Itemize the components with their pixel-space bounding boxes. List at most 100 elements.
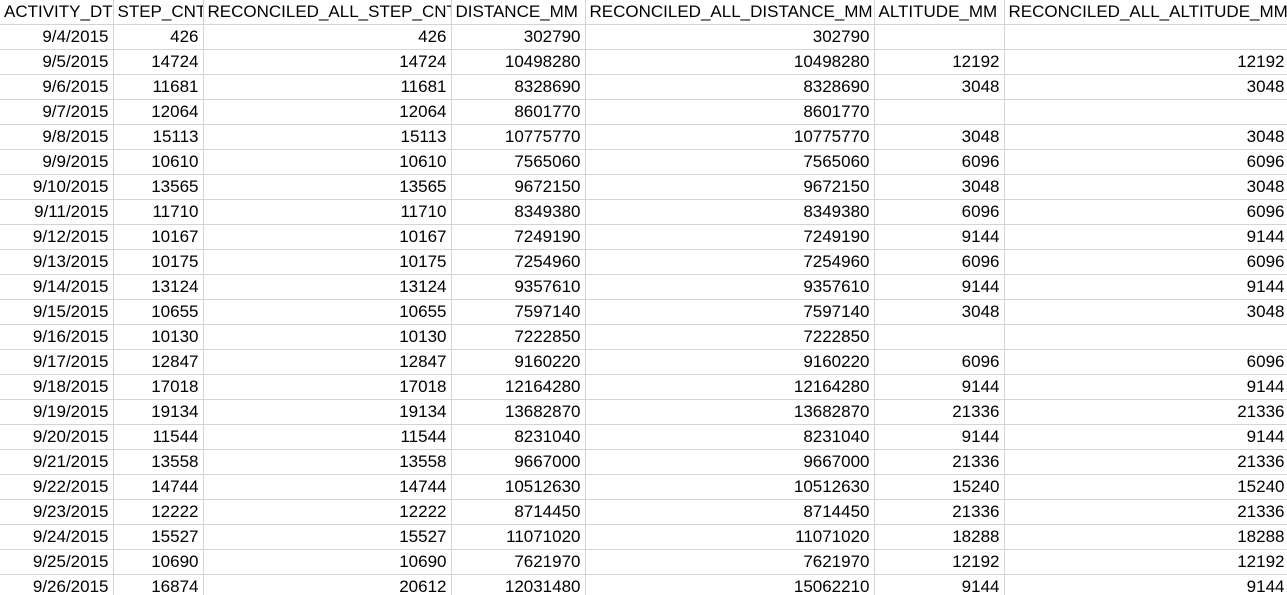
column-header-distance-mm[interactable]: DISTANCE_MM <box>451 0 586 25</box>
cell-activity-dt[interactable]: 9/13/2015 <box>0 249 114 275</box>
column-header-activity-dt[interactable]: ACTIVITY_DT <box>0 0 114 25</box>
cell-activity-dt[interactable]: 9/23/2015 <box>0 499 114 525</box>
cell-reconciled-all-altitude-mm[interactable]: 9144 <box>1004 274 1287 300</box>
cell-distance-mm[interactable]: 7254960 <box>451 249 586 275</box>
cell-step-cnt[interactable]: 13124 <box>113 274 204 300</box>
cell-distance-mm[interactable]: 8349380 <box>451 199 586 225</box>
cell-reconciled-all-step-cnt[interactable]: 10690 <box>203 549 452 575</box>
cell-distance-mm[interactable]: 302790 <box>451 24 586 50</box>
cell-distance-mm[interactable]: 9357610 <box>451 274 586 300</box>
cell-distance-mm[interactable]: 9672150 <box>451 174 586 200</box>
cell-altitude-mm[interactable]: 3048 <box>874 299 1005 325</box>
cell-reconciled-all-step-cnt[interactable]: 12847 <box>203 349 452 375</box>
cell-reconciled-all-altitude-mm[interactable]: 3048 <box>1004 124 1287 150</box>
cell-reconciled-all-altitude-mm[interactable]: 6096 <box>1004 349 1287 375</box>
cell-reconciled-all-step-cnt[interactable]: 12064 <box>203 99 452 125</box>
cell-altitude-mm[interactable]: 3048 <box>874 74 1005 100</box>
cell-reconciled-all-distance-mm[interactable]: 9160220 <box>585 349 875 375</box>
cell-reconciled-all-step-cnt[interactable]: 15113 <box>203 124 452 150</box>
cell-step-cnt[interactable]: 10175 <box>113 249 204 275</box>
cell-reconciled-all-step-cnt[interactable]: 11710 <box>203 199 452 225</box>
cell-reconciled-all-step-cnt[interactable]: 13565 <box>203 174 452 200</box>
cell-reconciled-all-step-cnt[interactable]: 20612 <box>203 574 452 595</box>
cell-reconciled-all-altitude-mm[interactable]: 21336 <box>1004 499 1287 525</box>
cell-step-cnt[interactable]: 10610 <box>113 149 204 175</box>
cell-activity-dt[interactable]: 9/17/2015 <box>0 349 114 375</box>
cell-reconciled-all-step-cnt[interactable]: 14724 <box>203 49 452 75</box>
cell-reconciled-all-distance-mm[interactable]: 10498280 <box>585 49 875 75</box>
cell-altitude-mm[interactable]: 21336 <box>874 449 1005 475</box>
cell-reconciled-all-altitude-mm[interactable] <box>1004 24 1287 50</box>
cell-distance-mm[interactable]: 7222850 <box>451 324 586 350</box>
cell-reconciled-all-distance-mm[interactable]: 9672150 <box>585 174 875 200</box>
cell-reconciled-all-distance-mm[interactable]: 7249190 <box>585 224 875 250</box>
cell-activity-dt[interactable]: 9/26/2015 <box>0 574 114 595</box>
cell-activity-dt[interactable]: 9/7/2015 <box>0 99 114 125</box>
cell-activity-dt[interactable]: 9/10/2015 <box>0 174 114 200</box>
cell-step-cnt[interactable]: 14724 <box>113 49 204 75</box>
cell-reconciled-all-distance-mm[interactable]: 10775770 <box>585 124 875 150</box>
cell-distance-mm[interactable]: 10775770 <box>451 124 586 150</box>
cell-distance-mm[interactable]: 9667000 <box>451 449 586 475</box>
cell-activity-dt[interactable]: 9/25/2015 <box>0 549 114 575</box>
cell-activity-dt[interactable]: 9/18/2015 <box>0 374 114 400</box>
cell-altitude-mm[interactable]: 3048 <box>874 174 1005 200</box>
column-header-altitude-mm[interactable]: ALTITUDE_MM <box>874 0 1005 25</box>
cell-reconciled-all-altitude-mm[interactable]: 6096 <box>1004 249 1287 275</box>
cell-reconciled-all-distance-mm[interactable]: 9667000 <box>585 449 875 475</box>
cell-distance-mm[interactable]: 8601770 <box>451 99 586 125</box>
cell-reconciled-all-altitude-mm[interactable]: 9144 <box>1004 424 1287 450</box>
cell-reconciled-all-step-cnt[interactable]: 13124 <box>203 274 452 300</box>
cell-altitude-mm[interactable]: 12192 <box>874 549 1005 575</box>
cell-activity-dt[interactable]: 9/20/2015 <box>0 424 114 450</box>
cell-step-cnt[interactable]: 10167 <box>113 224 204 250</box>
cell-reconciled-all-step-cnt[interactable]: 15527 <box>203 524 452 550</box>
cell-reconciled-all-step-cnt[interactable]: 10175 <box>203 249 452 275</box>
cell-step-cnt[interactable]: 15113 <box>113 124 204 150</box>
cell-step-cnt[interactable]: 12847 <box>113 349 204 375</box>
cell-altitude-mm[interactable]: 21336 <box>874 499 1005 525</box>
cell-reconciled-all-step-cnt[interactable]: 12222 <box>203 499 452 525</box>
cell-reconciled-all-altitude-mm[interactable]: 6096 <box>1004 149 1287 175</box>
cell-reconciled-all-step-cnt[interactable]: 10655 <box>203 299 452 325</box>
cell-reconciled-all-step-cnt[interactable]: 14744 <box>203 474 452 500</box>
cell-activity-dt[interactable]: 9/21/2015 <box>0 449 114 475</box>
cell-reconciled-all-step-cnt[interactable]: 10130 <box>203 324 452 350</box>
cell-step-cnt[interactable]: 13558 <box>113 449 204 475</box>
cell-distance-mm[interactable]: 7249190 <box>451 224 586 250</box>
cell-distance-mm[interactable]: 8328690 <box>451 74 586 100</box>
cell-activity-dt[interactable]: 9/12/2015 <box>0 224 114 250</box>
cell-step-cnt[interactable]: 11681 <box>113 74 204 100</box>
cell-distance-mm[interactable]: 7621970 <box>451 549 586 575</box>
cell-step-cnt[interactable]: 15527 <box>113 524 204 550</box>
cell-reconciled-all-distance-mm[interactable]: 8601770 <box>585 99 875 125</box>
cell-activity-dt[interactable]: 9/11/2015 <box>0 199 114 225</box>
cell-step-cnt[interactable]: 12064 <box>113 99 204 125</box>
cell-activity-dt[interactable]: 9/9/2015 <box>0 149 114 175</box>
cell-reconciled-all-distance-mm[interactable]: 7222850 <box>585 324 875 350</box>
cell-reconciled-all-altitude-mm[interactable]: 21336 <box>1004 399 1287 425</box>
cell-activity-dt[interactable]: 9/15/2015 <box>0 299 114 325</box>
cell-altitude-mm[interactable]: 6096 <box>874 349 1005 375</box>
cell-altitude-mm[interactable]: 3048 <box>874 124 1005 150</box>
cell-altitude-mm[interactable]: 12192 <box>874 49 1005 75</box>
cell-step-cnt[interactable]: 16874 <box>113 574 204 595</box>
cell-altitude-mm[interactable] <box>874 99 1005 125</box>
cell-reconciled-all-altitude-mm[interactable]: 3048 <box>1004 299 1287 325</box>
cell-reconciled-all-altitude-mm[interactable]: 9144 <box>1004 224 1287 250</box>
cell-distance-mm[interactable]: 12031480 <box>451 574 586 595</box>
cell-reconciled-all-distance-mm[interactable]: 11071020 <box>585 524 875 550</box>
cell-activity-dt[interactable]: 9/14/2015 <box>0 274 114 300</box>
cell-step-cnt[interactable]: 426 <box>113 24 204 50</box>
cell-step-cnt[interactable]: 19134 <box>113 399 204 425</box>
cell-reconciled-all-step-cnt[interactable]: 17018 <box>203 374 452 400</box>
cell-step-cnt[interactable]: 17018 <box>113 374 204 400</box>
cell-distance-mm[interactable]: 13682870 <box>451 399 586 425</box>
cell-activity-dt[interactable]: 9/6/2015 <box>0 74 114 100</box>
cell-altitude-mm[interactable] <box>874 24 1005 50</box>
cell-altitude-mm[interactable]: 9144 <box>874 424 1005 450</box>
cell-reconciled-all-step-cnt[interactable]: 426 <box>203 24 452 50</box>
cell-reconciled-all-distance-mm[interactable]: 8714450 <box>585 499 875 525</box>
cell-reconciled-all-distance-mm[interactable]: 7565060 <box>585 149 875 175</box>
cell-reconciled-all-distance-mm[interactable]: 7254960 <box>585 249 875 275</box>
